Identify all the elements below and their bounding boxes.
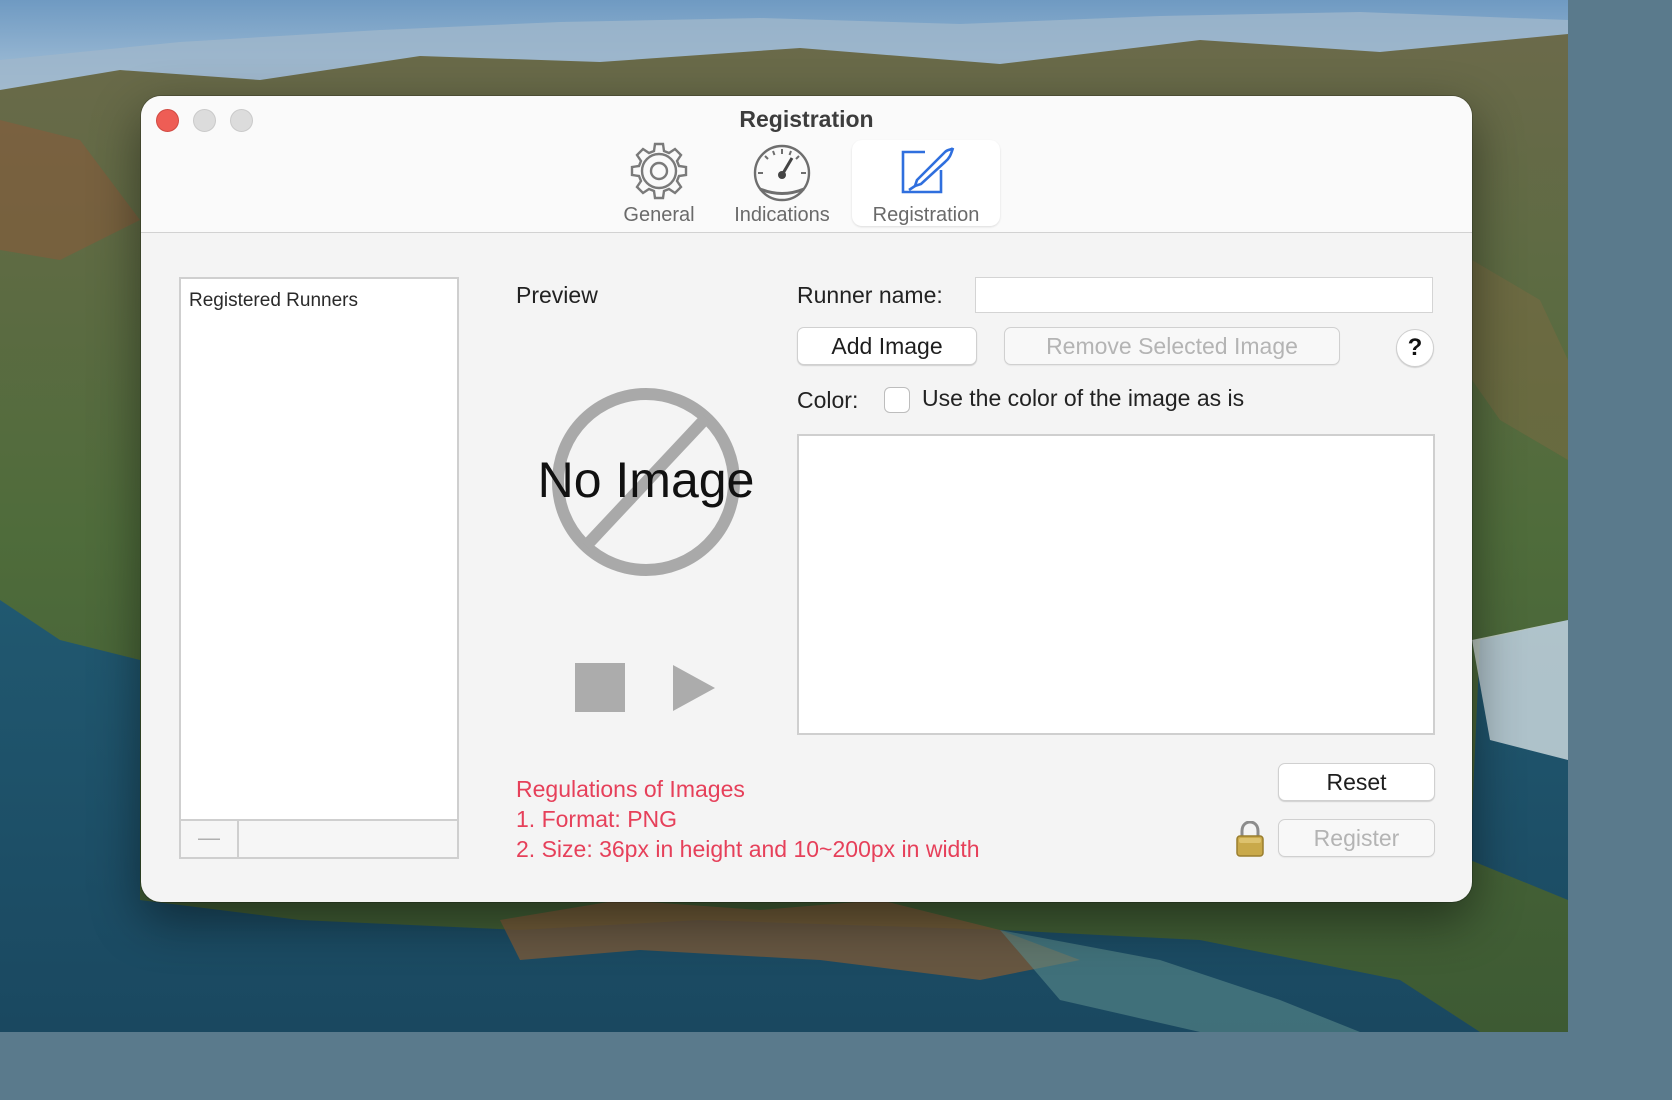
stop-icon[interactable] — [575, 663, 625, 712]
regulation-format: 1. Format: PNG — [516, 806, 678, 832]
lock-icon[interactable] — [1235, 821, 1265, 857]
window-toolbar: Registration General Indications Registr… — [141, 96, 1472, 233]
remove-runner-button[interactable]: — — [181, 821, 239, 857]
reset-button[interactable]: Reset — [1278, 763, 1435, 801]
image-regulations: Regulations of Images 1. Format: PNG 2. … — [516, 774, 980, 864]
edit-pen-icon — [901, 147, 955, 194]
runner-name-label: Runner name: — [797, 282, 943, 308]
regulation-size: 2. Size: 36px in height and 10~200px in … — [516, 836, 980, 862]
list-footer-bar: — — [179, 819, 459, 859]
tab-indications-label: Indications — [734, 204, 830, 226]
tab-general[interactable]: General — [609, 140, 709, 226]
remove-selected-image-button[interactable]: Remove Selected Image — [1004, 327, 1340, 365]
preview-label: Preview — [516, 282, 598, 308]
tab-general-label: General — [623, 204, 695, 226]
list-header: Registered Runners — [189, 290, 358, 311]
window-title: Registration — [739, 106, 874, 132]
no-image-text: No Image — [537, 452, 755, 508]
tab-registration[interactable]: Registration — [852, 140, 1000, 226]
help-button[interactable]: ? — [1396, 329, 1434, 367]
registered-runners-list[interactable]: Registered Runners — [179, 277, 459, 821]
tab-registration-label: Registration — [872, 204, 980, 226]
use-image-color-label[interactable]: Use the color of the image as is — [922, 385, 1244, 412]
tab-indications[interactable]: Indications — [721, 140, 843, 226]
register-button[interactable]: Register — [1278, 819, 1435, 857]
color-label: Color: — [797, 387, 859, 413]
use-image-color-checkbox[interactable] — [884, 387, 910, 413]
gear-icon — [630, 142, 688, 200]
add-image-button[interactable]: Add Image — [797, 327, 977, 365]
speedometer-icon — [753, 144, 811, 202]
color-panel[interactable] — [797, 434, 1435, 735]
regulations-title: Regulations of Images — [516, 776, 745, 802]
preferences-window: Registration General Indications Registr… — [141, 96, 1472, 902]
runner-name-field[interactable] — [975, 277, 1433, 313]
play-icon[interactable] — [671, 663, 717, 713]
